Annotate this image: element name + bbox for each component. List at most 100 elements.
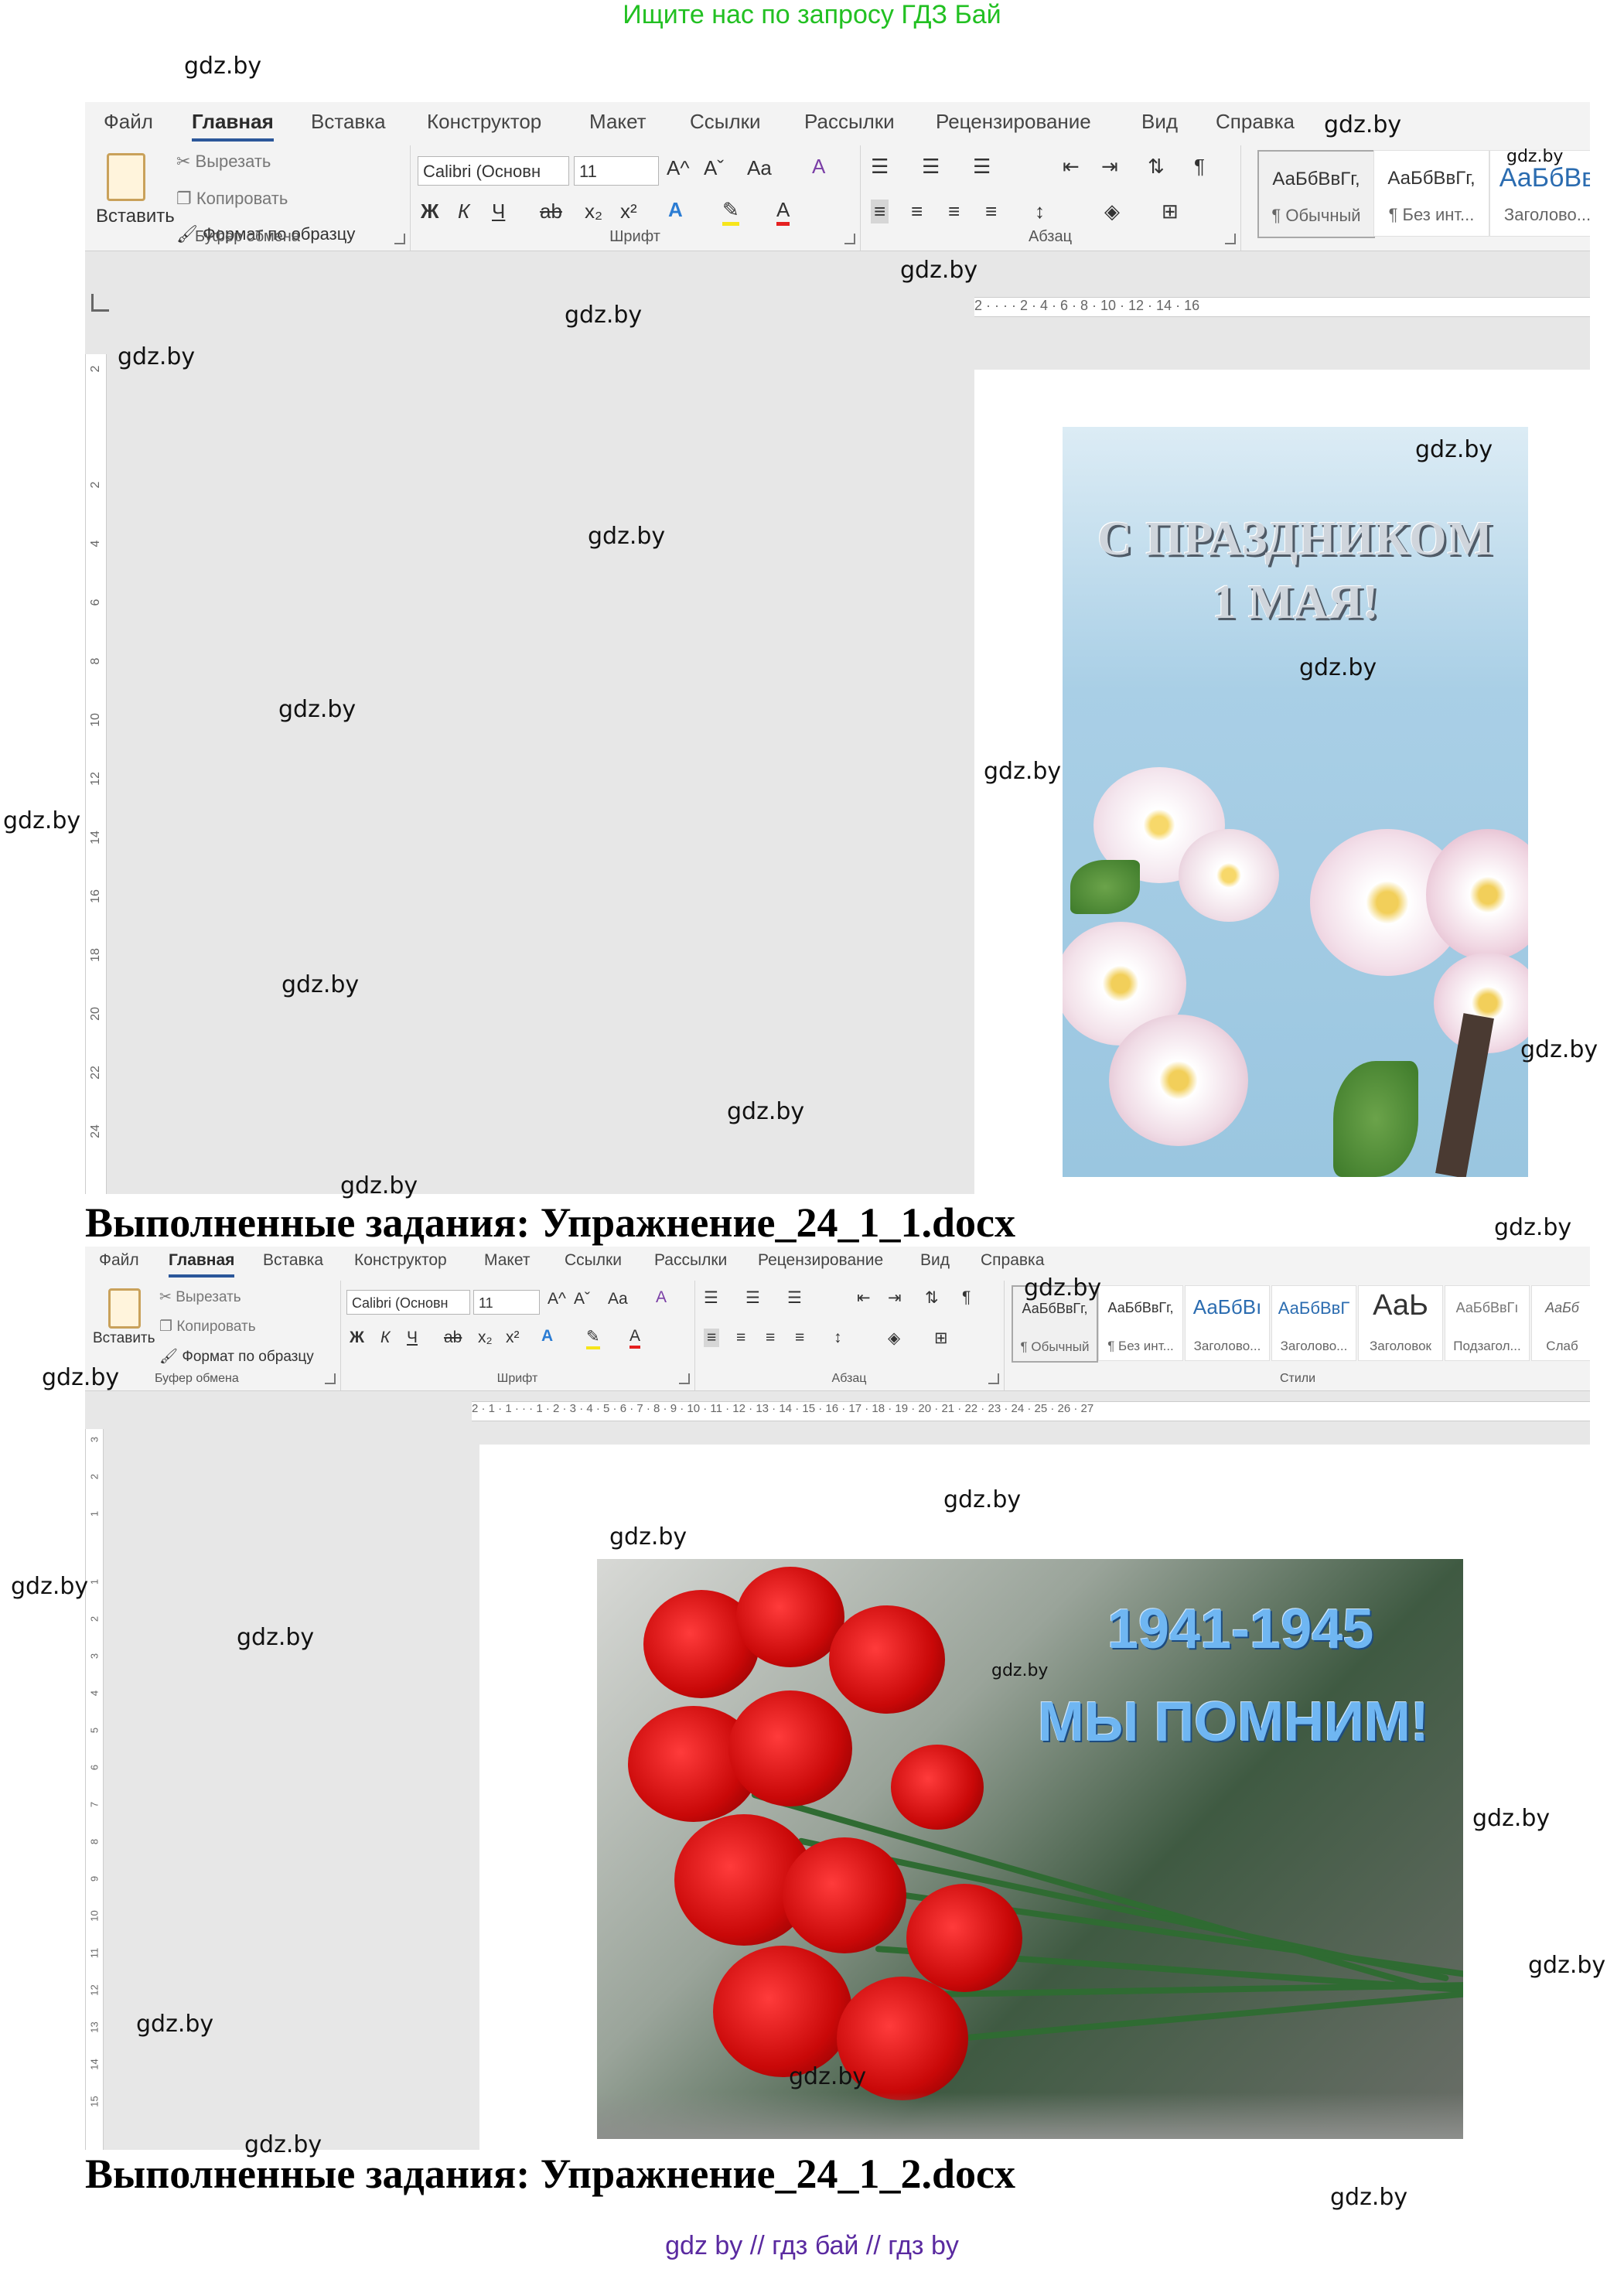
numbering-icon[interactable]: ☰ <box>922 155 940 179</box>
subscript-button[interactable]: x₂ <box>585 200 602 223</box>
show-marks-icon[interactable]: ¶ <box>1194 155 1205 179</box>
underline-button[interactable]: Ч <box>407 1329 418 1347</box>
shrink-font-button[interactable]: Aˇ <box>574 1290 590 1308</box>
text-effects-icon[interactable]: A <box>541 1327 553 1346</box>
font-name-field[interactable]: Calibri (Основн <box>418 156 569 186</box>
copy-button[interactable]: ❐ Копировать <box>159 1318 256 1336</box>
align-right-icon[interactable]: ≡ <box>766 1329 775 1347</box>
superscript-button[interactable]: x² <box>620 200 637 223</box>
sort-icon[interactable]: ⇅ <box>925 1288 939 1308</box>
align-right-icon[interactable]: ≡ <box>948 200 960 223</box>
tab-view[interactable]: Вид <box>920 1251 950 1270</box>
cut-button[interactable]: ✂ Вырезать <box>176 152 271 172</box>
may-day-card-image[interactable]: С ПРАЗДНИКОМ 1 МАЯ! <box>1063 427 1528 1177</box>
font-launcher-icon[interactable] <box>679 1373 690 1384</box>
tab-file[interactable]: Файл <box>104 110 153 134</box>
style-normal[interactable]: АаБбВвГг, ¶ Обычный <box>1257 150 1375 238</box>
paragraph-launcher-icon[interactable] <box>1225 234 1236 244</box>
tab-file[interactable]: Файл <box>99 1251 139 1270</box>
paste-icon[interactable] <box>107 153 145 201</box>
clear-formatting-icon[interactable]: A <box>812 155 825 179</box>
tab-insert[interactable]: Вставка <box>263 1251 323 1270</box>
paragraph-launcher-icon[interactable] <box>988 1373 999 1384</box>
change-case-button[interactable]: Aa <box>747 156 772 180</box>
multilevel-list-icon[interactable]: ☰ <box>787 1288 802 1308</box>
bullets-icon[interactable]: ☰ <box>704 1288 718 1308</box>
clipboard-launcher-icon[interactable] <box>325 1373 336 1384</box>
tab-mailings[interactable]: Рассылки <box>804 110 895 134</box>
bullets-icon[interactable]: ☰ <box>871 155 889 179</box>
highlight-icon[interactable]: ✎ <box>722 198 739 226</box>
sort-icon[interactable]: ⇅ <box>1148 155 1165 179</box>
style-no-spacing[interactable]: АаБбВвГг, ¶ Без инт... <box>1098 1285 1183 1361</box>
align-center-icon[interactable]: ≡ <box>736 1329 745 1347</box>
borders-icon[interactable]: ⊞ <box>1162 200 1179 223</box>
font-color-icon[interactable]: A <box>776 198 790 226</box>
horizontal-ruler[interactable]: 2 · · · · 2 · 4 · 6 · 8 · 10 · 12 · 14 ·… <box>974 297 1590 317</box>
align-center-icon[interactable]: ≡ <box>911 200 923 223</box>
tab-design[interactable]: Конструктор <box>427 110 541 134</box>
borders-icon[interactable]: ⊞ <box>934 1329 948 1348</box>
font-size-field[interactable]: 11 <box>574 156 659 186</box>
tab-help[interactable]: Справка <box>981 1251 1044 1270</box>
increase-indent-icon[interactable]: ⇥ <box>888 1288 902 1308</box>
format-painter-button[interactable]: 🖌 Формат по образцу <box>159 1347 314 1366</box>
tab-selector-icon[interactable] <box>91 294 109 312</box>
font-launcher-icon[interactable] <box>844 234 855 244</box>
tab-review[interactable]: Рецензирование <box>936 110 1091 134</box>
horizontal-ruler[interactable]: 2 · 1 · 1 · · · 1 · 2 · 3 · 4 · 5 · 6 · … <box>472 1401 1590 1421</box>
align-left-icon[interactable]: ≡ <box>871 200 889 223</box>
tab-mailings[interactable]: Рассылки <box>654 1251 727 1270</box>
shading-icon[interactable]: ◈ <box>1104 200 1120 223</box>
decrease-indent-icon[interactable]: ⇤ <box>857 1288 871 1308</box>
font-name-field[interactable]: Calibri (Основн <box>346 1290 470 1315</box>
tab-help[interactable]: Справка <box>1216 110 1295 134</box>
tab-view[interactable]: Вид <box>1141 110 1178 134</box>
shrink-font-button[interactable]: Aˇ <box>704 156 724 180</box>
tab-home[interactable]: Главная <box>169 1251 235 1278</box>
numbering-icon[interactable]: ☰ <box>745 1288 760 1308</box>
align-left-icon[interactable]: ≡ <box>704 1329 720 1347</box>
tab-references[interactable]: Ссылки <box>690 110 761 134</box>
style-subtitle[interactable]: АаБбВвГı Подзагол... <box>1445 1285 1530 1361</box>
style-subtle-emphasis[interactable]: АаБб Слаб <box>1531 1285 1590 1361</box>
clear-formatting-icon[interactable]: A <box>656 1288 667 1307</box>
paste-icon[interactable] <box>108 1288 141 1329</box>
bottom-links[interactable]: gdz by // гдз бай // гдз by <box>0 2231 1624 2261</box>
paste-button[interactable]: Вставить <box>93 1330 155 1347</box>
increase-indent-icon[interactable]: ⇥ <box>1101 155 1118 179</box>
superscript-button[interactable]: x² <box>506 1329 520 1347</box>
justify-icon[interactable]: ≡ <box>985 200 997 223</box>
tab-home[interactable]: Главная <box>192 110 274 142</box>
victory-day-card-image[interactable]: 1941-1945 МЫ ПОМНИМ! <box>597 1559 1463 2139</box>
cut-button[interactable]: ✂ Вырезать <box>159 1288 241 1306</box>
strikethrough-button[interactable]: ab <box>444 1329 462 1347</box>
bold-button[interactable]: Ж <box>421 200 439 223</box>
clipboard-launcher-icon[interactable] <box>394 234 405 244</box>
shading-icon[interactable]: ◈ <box>888 1329 900 1348</box>
strikethrough-button[interactable]: ab <box>540 200 562 223</box>
vertical-ruler[interactable]: 3 2 1 1 2 3 4 5 6 7 8 9 10 11 12 13 14 1… <box>85 1429 104 2150</box>
style-heading-2[interactable]: АаБбВвГ Заголово... <box>1271 1285 1356 1361</box>
highlight-icon[interactable]: ✎ <box>586 1327 600 1349</box>
show-marks-icon[interactable]: ¶ <box>962 1288 971 1307</box>
subscript-button[interactable]: x₂ <box>478 1329 493 1347</box>
grow-font-button[interactable]: A^ <box>548 1290 566 1308</box>
grow-font-button[interactable]: A^ <box>667 156 690 180</box>
copy-button[interactable]: ❐ Копировать <box>176 189 288 209</box>
font-color-icon[interactable]: A <box>629 1327 641 1349</box>
font-size-field[interactable]: 11 <box>473 1290 540 1315</box>
vertical-ruler[interactable]: 2 2 4 6 8 10 12 14 16 18 20 22 24 <box>85 354 107 1194</box>
style-heading-1[interactable]: АаБбВı Заголово... <box>1185 1285 1270 1361</box>
tab-layout[interactable]: Макет <box>589 110 647 134</box>
line-spacing-icon[interactable]: ↕ <box>1035 200 1045 223</box>
paste-button[interactable]: Вставить <box>96 206 175 227</box>
bold-button[interactable]: Ж <box>350 1329 364 1347</box>
tab-references[interactable]: Ссылки <box>565 1251 622 1270</box>
tab-review[interactable]: Рецензирование <box>758 1251 883 1270</box>
underline-button[interactable]: Ч <box>492 200 505 223</box>
line-spacing-icon[interactable]: ↕ <box>834 1329 842 1347</box>
multilevel-list-icon[interactable]: ☰ <box>973 155 991 179</box>
text-effects-icon[interactable]: A <box>668 198 683 222</box>
style-no-spacing[interactable]: АаБбВвГг, ¶ Без инт... <box>1373 150 1489 237</box>
